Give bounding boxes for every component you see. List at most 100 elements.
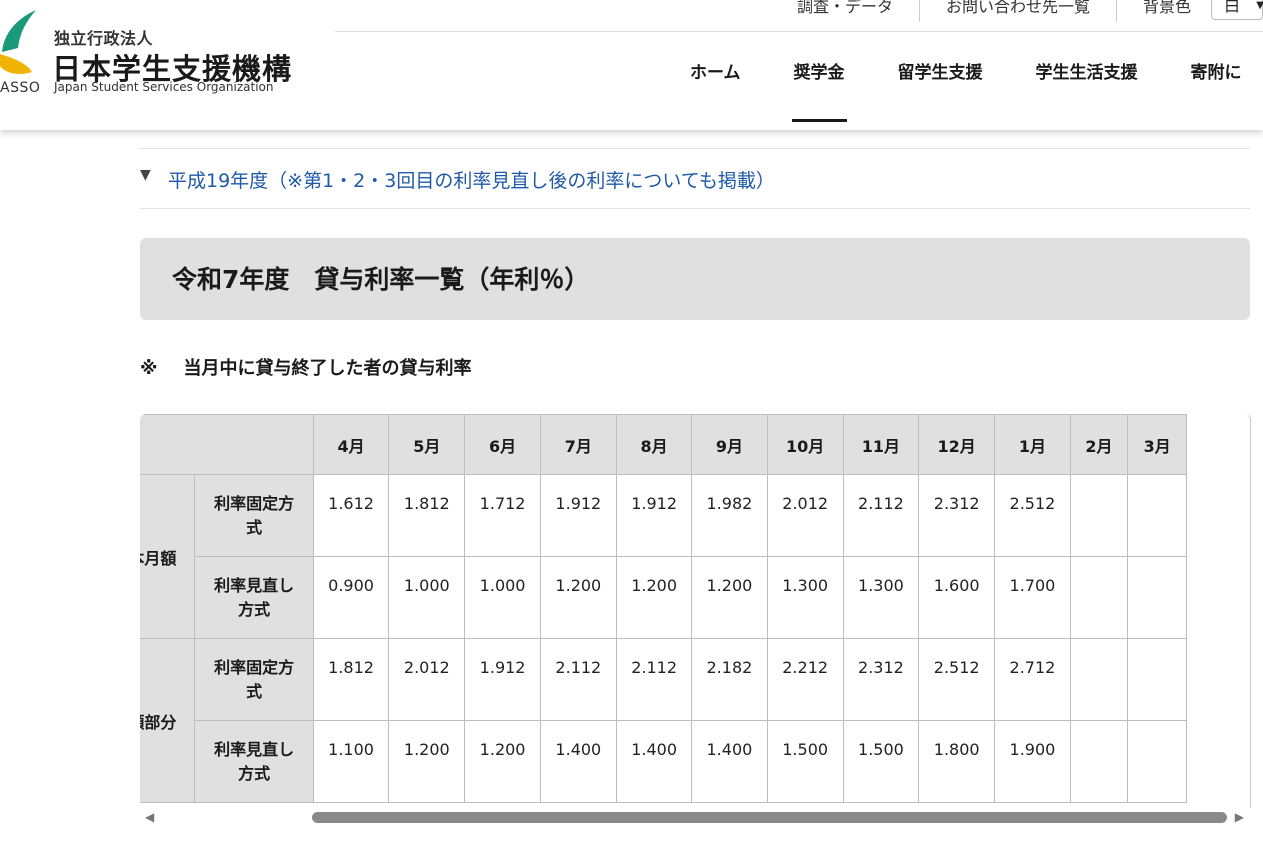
rate-cell: 1.900: [994, 720, 1071, 803]
rate-cell: 1.800: [918, 720, 996, 803]
rate-cell: 1.400: [615, 720, 693, 803]
rate-cell: 2.182: [691, 638, 768, 721]
group-label: 基本月額: [140, 548, 177, 568]
rate-cell: 2.012: [388, 638, 466, 721]
month-header: 11月: [842, 414, 920, 475]
triangle-down-icon: ▼: [140, 167, 151, 183]
month-header: 9月: [691, 414, 768, 475]
month-header: 7月: [539, 414, 617, 475]
rate-cell: 2.512: [994, 474, 1071, 557]
rate-cell: [1127, 720, 1187, 803]
rate-cell: 1.200: [539, 556, 617, 639]
month-header: 8月: [615, 414, 693, 475]
method-label: 利率見直し方式: [194, 556, 314, 639]
nav-international-student-support[interactable]: 留学生支援: [898, 58, 983, 83]
rate-cell: 1.912: [464, 638, 541, 721]
month-header: 3月: [1127, 414, 1187, 475]
rate-table-container[interactable]: 4月 5月 6月 7月 8月 9月 10月 11月 12月 1月 2月 3月 基…: [140, 414, 1251, 808]
method-label-text: 利率見直し方式: [214, 739, 295, 783]
rate-cell: 1.400: [539, 720, 617, 803]
contact-list-link[interactable]: お問い合わせ先一覧: [920, 0, 1117, 22]
background-color-select[interactable]: 白 ▼: [1211, 0, 1263, 20]
nav-donation[interactable]: 寄附に: [1191, 58, 1242, 83]
table-row: 利率見直し方式 0.900 1.000 1.000 1.200 1.200 1.200 1.3…: [140, 556, 1187, 639]
rate-cell: 1.100: [312, 720, 390, 803]
rate-cell: 1.000: [388, 556, 466, 639]
rate-cell: 2.112: [842, 474, 920, 557]
month-header: 1月: [994, 414, 1071, 475]
scrollbar-thumb[interactable]: [312, 812, 1227, 823]
scroll-right-arrow-icon[interactable]: ▶: [1235, 810, 1244, 824]
nav-student-life-support[interactable]: 学生生活支援: [1036, 58, 1138, 83]
rate-cell: 2.512: [918, 638, 996, 721]
rate-cell: 1.712: [464, 474, 541, 557]
rate-cell: 1.982: [691, 474, 768, 557]
rate-cell: 2.012: [766, 474, 844, 557]
rate-cell: 1.612: [312, 474, 390, 557]
method-label-text: 利率見直し方式: [214, 575, 295, 619]
rate-cell: [1069, 556, 1129, 639]
group-header-cell: 増額部分: [140, 638, 196, 803]
rate-cell: [1069, 720, 1129, 803]
rate-cell: 0.900: [312, 556, 390, 639]
rate-cell: 2.212: [766, 638, 844, 721]
rate-cell: [1127, 638, 1187, 721]
table-row: 基本月額利率固定方式1.6121.8121.7121.9121.9121.982…: [140, 474, 1187, 639]
table-corner-cell: [140, 414, 314, 475]
rate-cell: 1.400: [691, 720, 768, 803]
rate-cell: 2.312: [842, 638, 920, 721]
table-body: 基本月額利率固定方式1.6121.8121.7121.9121.9121.982…: [140, 474, 1187, 803]
rate-cell: 1.200: [615, 556, 693, 639]
rate-cell: 1.600: [918, 556, 996, 639]
month-header: 12月: [918, 414, 996, 475]
background-color-value: 白: [1224, 0, 1241, 15]
rate-cell: 1.912: [539, 474, 617, 557]
rate-cell: 1.500: [766, 720, 844, 803]
rate-table: 4月 5月 6月 7月 8月 9月 10月 11月 12月 1月 2月 3月 基…: [140, 414, 1187, 803]
rate-cell: 1.500: [842, 720, 920, 803]
jasso-logo-icon[interactable]: [0, 8, 44, 84]
rate-cell: 1.912: [615, 474, 693, 557]
research-data-link[interactable]: 調査・データ: [771, 0, 920, 22]
section-heading: 令和7年度 貸与利率一覧（年利％）: [140, 238, 1250, 320]
scroll-left-arrow-icon[interactable]: ◀: [145, 810, 154, 824]
method-label: 利率固定方式: [194, 474, 314, 557]
rate-cell: 1.200: [388, 720, 466, 803]
rate-cell: 1.812: [312, 638, 390, 721]
rate-cell: 2.112: [539, 638, 617, 721]
rate-cell: 1.200: [691, 556, 768, 639]
rate-cell: 1.812: [388, 474, 466, 557]
table-note: ※ 当月中に貸与終了した者の貸与利率: [140, 354, 472, 380]
rate-cell: 1.700: [994, 556, 1071, 639]
month-header: 6月: [464, 414, 541, 475]
month-header: 2月: [1069, 414, 1129, 475]
global-nav: ホーム 奨学金 留学生支援 学生生活支援 寄附に: [690, 58, 1263, 122]
chevron-down-icon: ▼: [1256, 0, 1263, 11]
heisei19-rates-link[interactable]: 平成19年度（※第1・2・3回目の利率見直し後の利率についても掲載）: [168, 166, 775, 193]
utility-bar: 調査・データ お問い合わせ先一覧 背景色 白 ▼: [335, 0, 1263, 32]
month-header: 4月: [312, 414, 390, 475]
rate-cell: [1127, 474, 1187, 557]
month-header: 5月: [388, 414, 466, 475]
method-label: 利率見直し方式: [194, 720, 314, 803]
rate-cell: 2.312: [918, 474, 996, 557]
logo-english-name: Japan Student Services Organization: [54, 80, 274, 94]
table-row: 増額部分利率固定方式1.8122.0121.9122.1122.1122.182…: [140, 638, 1187, 803]
rate-cell: [1069, 638, 1129, 721]
nav-home[interactable]: ホーム: [690, 58, 741, 83]
rate-cell: [1127, 556, 1187, 639]
rate-cell: 1.000: [464, 556, 541, 639]
site-header: 独立行政法人 日本学生支援機構 ASSO Japan Student Servi…: [0, 0, 1263, 130]
group-header-cell: 基本月額: [140, 474, 196, 639]
month-header: 10月: [766, 414, 844, 475]
note-text: 当月中に貸与終了した者の貸与利率: [183, 358, 472, 379]
horizontal-scrollbar[interactable]: ◀ ▶: [140, 808, 1250, 826]
logo-asso-text: ASSO: [0, 80, 41, 96]
table-row: 利率見直し方式 1.100 1.200 1.200 1.400 1.400 1.400 1.5…: [140, 720, 1187, 803]
rate-cell: 1.300: [842, 556, 920, 639]
section-heading-text: 令和7年度 貸与利率一覧（年利％）: [172, 265, 590, 294]
nav-scholarship[interactable]: 奨学金: [791, 58, 847, 122]
accordion-item[interactable]: ▼ 平成19年度（※第1・2・3回目の利率見直し後の利率についても掲載）: [140, 148, 1250, 209]
background-color-label: 背景色: [1142, 0, 1191, 16]
note-mark: ※: [140, 358, 158, 379]
